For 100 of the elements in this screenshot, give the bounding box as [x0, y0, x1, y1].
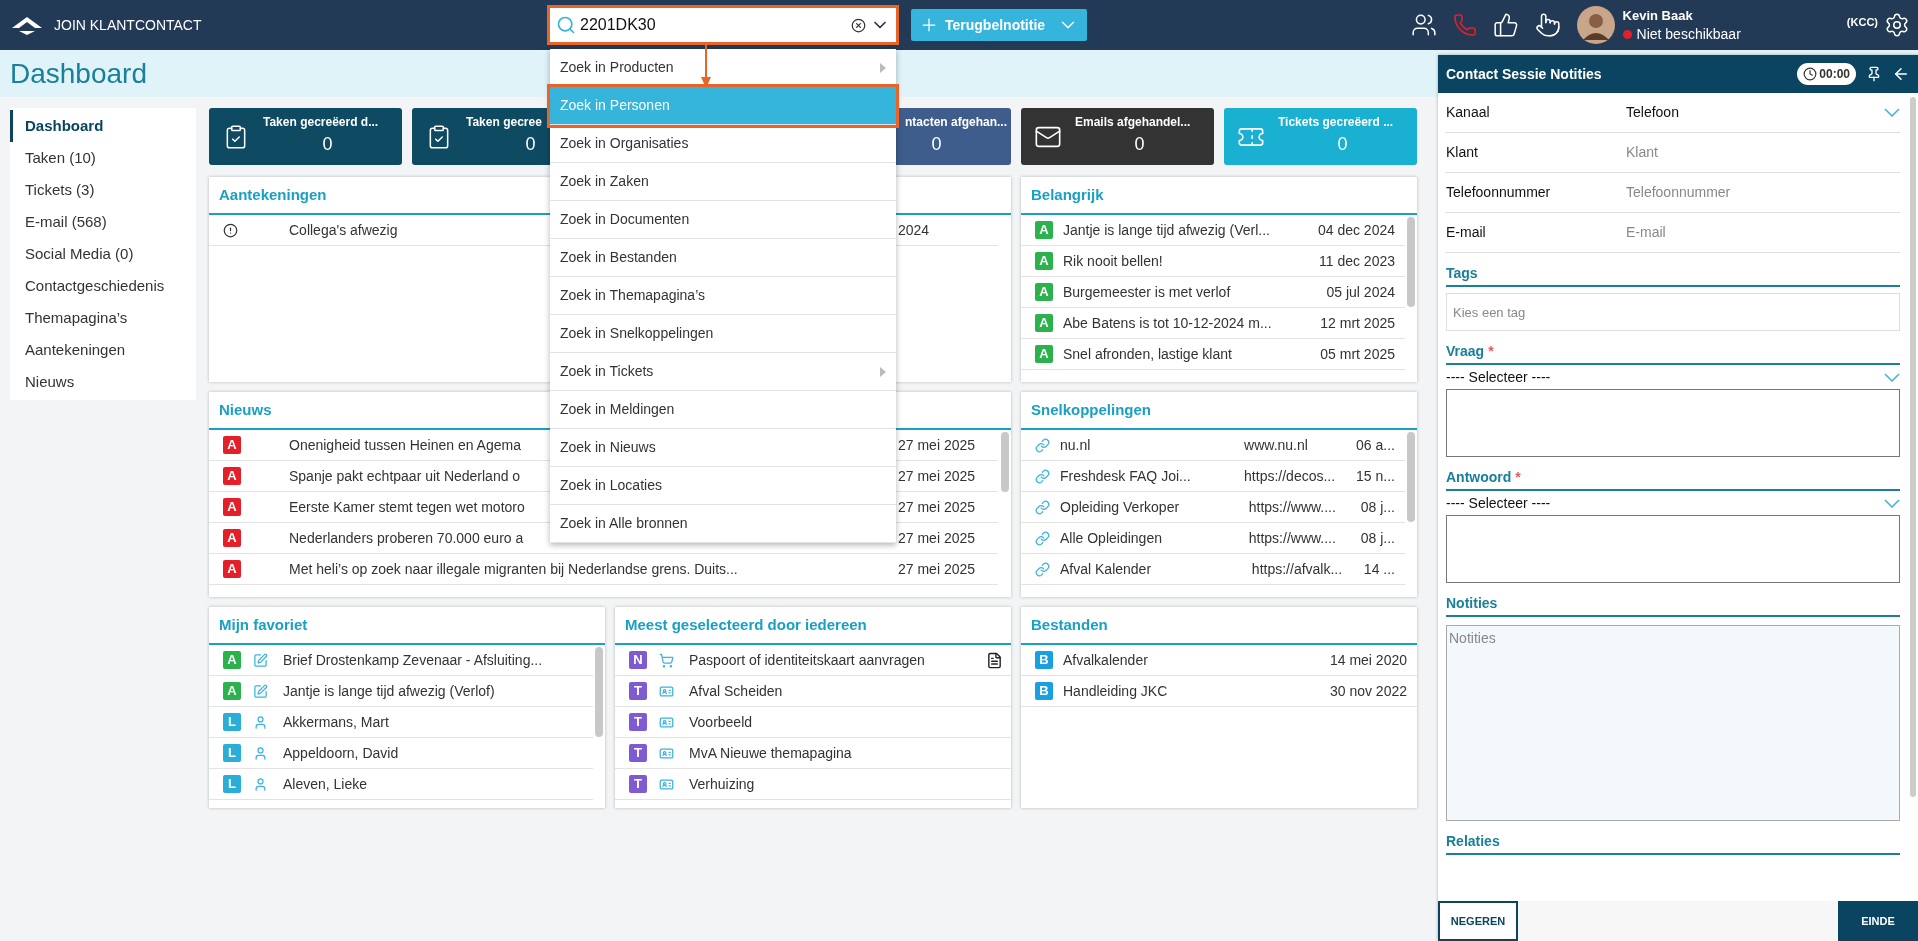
row-title: Nederlanders proberen 70.000 euro a — [289, 528, 524, 548]
section-title: Relaties — [1446, 832, 1500, 851]
row-title: MvA Nieuwe themapagina — [689, 743, 852, 763]
pointer-icon[interactable] — [1534, 12, 1561, 38]
section-title: Antwoord — [1446, 468, 1512, 487]
row-title: Opleiding Verkoper — [1060, 497, 1180, 517]
sidebar-item[interactable]: Contactgeschiedenis — [10, 270, 196, 302]
row-date: 05 mrt 2025 — [1319, 344, 1396, 364]
row-date: 27 mei 2025 — [898, 435, 977, 455]
link-icon — [1035, 530, 1050, 546]
search-icon — [556, 15, 576, 35]
letter-badge: A — [223, 467, 241, 485]
user-role: (KCC) — [1846, 15, 1878, 30]
row-title: Alle Opleidingen — [1060, 528, 1162, 548]
stat-card[interactable]: Emails afgehandel... 0 — [1021, 108, 1214, 165]
required-mark: * — [1515, 468, 1521, 487]
thumbs-up-icon[interactable] — [1492, 12, 1519, 38]
row-date: 08 j... — [1359, 528, 1396, 548]
required-mark: * — [1488, 342, 1494, 361]
ignore-button[interactable]: NEGEREN — [1438, 901, 1518, 941]
letter-badge: N — [629, 651, 647, 669]
input-field[interactable]: Telefoonnummer — [1626, 182, 1900, 203]
row-title: Met heli’s op zoek naar illegale migranten bij Nederlandse grens. Duits... — [289, 559, 738, 579]
question-textarea[interactable] — [1446, 389, 1900, 457]
row-date: 12 mrt 2025 — [1319, 313, 1396, 333]
stat-label: Taken gecreëerd d... — [263, 114, 379, 131]
scrollbar[interactable] — [1910, 97, 1916, 797]
row-title: Afval Scheiden — [689, 681, 783, 701]
scrollbar[interactable] — [1000, 432, 1009, 492]
row-date: 04 dec 2024 — [1316, 220, 1396, 240]
chevron-icon — [1884, 108, 1900, 117]
letter-badge: A — [1035, 314, 1053, 332]
row-title: Spanje pakt echtpaar uit Nederland o — [289, 466, 521, 486]
row-title: Voorbeeld — [689, 712, 753, 732]
letter-badge: A — [1035, 252, 1053, 270]
scrollbar[interactable] — [1407, 432, 1415, 522]
row-title: Akkermans, Mart — [283, 712, 389, 732]
letter-badge: T — [629, 775, 647, 793]
answer-textarea[interactable] — [1446, 515, 1900, 583]
row-title: Freshdesk FAQ Joi... — [1060, 466, 1191, 486]
row-date: 14 mei 2020 — [1328, 650, 1408, 670]
select-field[interactable]: ---- Selecteer ---- — [1446, 491, 1900, 515]
link-icon — [1035, 499, 1050, 515]
input-field[interactable]: E-mail — [1626, 222, 1900, 243]
logo-icon — [10, 14, 44, 36]
person-icon — [252, 714, 268, 730]
panel-title: Snelkoppelingen — [1031, 399, 1151, 420]
sidebar-item[interactable]: Nieuws — [10, 366, 196, 398]
row-date: 08 j... — [1359, 497, 1396, 517]
document-icon[interactable] — [986, 651, 1003, 669]
avatar[interactable] — [1576, 6, 1615, 44]
scrollbar[interactable] — [595, 647, 603, 737]
input-field[interactable]: Klant — [1626, 142, 1900, 163]
notes-textarea[interactable]: Notities — [1446, 625, 1900, 821]
settings-icon[interactable] — [1884, 12, 1910, 38]
row-title: nu.nl — [1060, 435, 1091, 455]
scrollbar[interactable] — [1407, 217, 1415, 307]
select-field[interactable]: Telefoon — [1626, 102, 1900, 123]
pin-icon[interactable] — [1866, 66, 1882, 82]
row-date: 2024 — [898, 220, 931, 240]
row-date: 27 mei 2025 — [898, 528, 977, 548]
stat-value: 0 — [525, 133, 536, 156]
row-title: Snel afronden, lastige klant — [1063, 344, 1232, 364]
row-date: 15 n... — [1355, 466, 1396, 486]
people-icon[interactable] — [1410, 12, 1437, 38]
sidebar-item[interactable]: Tickets (3) — [10, 174, 196, 206]
letter-badge: A — [1035, 221, 1053, 239]
sidebar-item[interactable]: Dashboard — [10, 110, 196, 142]
stat-value: 0 — [1134, 133, 1145, 156]
letter-badge: A — [223, 436, 241, 454]
stat-card[interactable]: Taken gecreëerd d... 0 — [209, 108, 402, 165]
select-field[interactable]: ---- Selecteer ---- — [1446, 365, 1900, 389]
row-title: Brief Drostenkamp Zevenaar - Afsluiting... — [283, 650, 543, 670]
sidebar-item[interactable]: Social Media (0) — [10, 238, 196, 270]
letter-badge: A — [223, 651, 241, 669]
row-title: Eerste Kamer stemt tegen wet motoro — [289, 497, 525, 517]
row-date: 06 a... — [1355, 435, 1396, 455]
row-date: 27 mei 2025 — [898, 466, 977, 486]
stat-label: Taken gecree — [466, 114, 542, 131]
row-url: https://www.... — [1248, 497, 1337, 517]
clear-icon[interactable] — [851, 17, 866, 33]
stat-label: Tickets gecreëerd ... — [1278, 114, 1394, 131]
phone-icon[interactable] — [1452, 13, 1477, 37]
info-icon — [223, 222, 238, 238]
search-field[interactable]: 2201DK30 — [547, 5, 899, 45]
letter-badge: A — [1035, 283, 1053, 301]
end-button[interactable]: EINDE — [1838, 901, 1918, 941]
stat-label: Emails afgehandel... — [1075, 114, 1191, 131]
sidebar-item[interactable]: Aantekeningen — [10, 334, 196, 366]
letter-badge: T — [629, 744, 647, 762]
tag-field[interactable]: Kies een tag — [1446, 293, 1900, 331]
sidebar-item[interactable]: E-mail (568) — [10, 206, 196, 238]
stat-value: 0 — [931, 133, 942, 156]
sidebar-item[interactable]: Themapagina’s — [10, 302, 196, 334]
row-date: 27 mei 2025 — [898, 559, 977, 579]
panel-title: Meest geselecteerd door iedereen — [625, 614, 867, 635]
letter-badge: A — [1035, 345, 1053, 363]
row-date: 05 jul 2024 — [1325, 282, 1396, 302]
row-title: Rik nooit bellen! — [1063, 251, 1163, 271]
sidebar-item[interactable]: Taken (10) — [10, 142, 196, 174]
